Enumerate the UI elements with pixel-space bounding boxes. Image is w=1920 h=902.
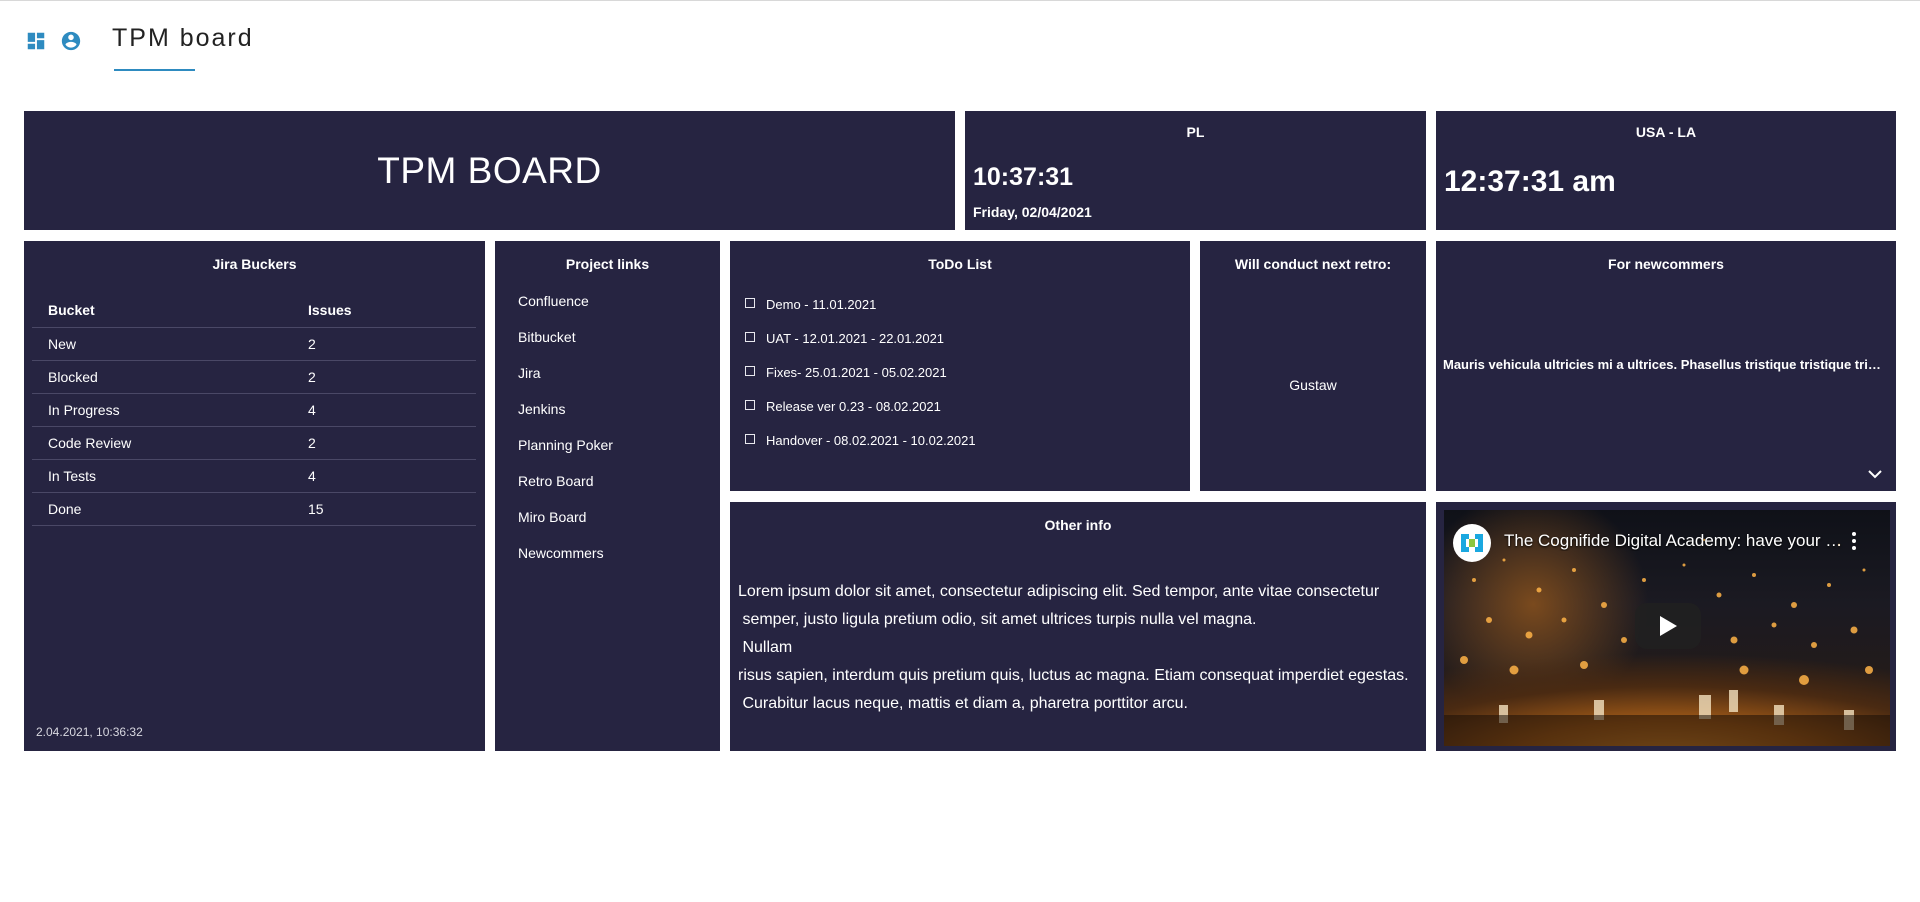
chevron-down-icon[interactable] [1868,469,1882,479]
bucket-name: Done [32,492,308,526]
bucket-name: Code Review [32,426,308,460]
clock-usa-label: USA - LA [1635,124,1697,140]
bucket-issues: 2 [308,327,476,361]
jira-buckets-tile: Jira Buckers Bucket Issues New 2 Blocked… [24,241,485,751]
other-info-line: Lorem ipsum dolor sit amet, consectetur … [738,583,1380,600]
table-row: Code Review 2 [32,426,476,460]
jira-table: Bucket Issues New 2 Blocked 2 In Progres… [32,292,476,526]
todo-tile: ToDo List Demo - 11.01.2021 UAT - 12.01.… [730,241,1190,491]
retro-person: Gustaw [1289,377,1337,393]
newcomers-title: For newcommers [1608,256,1724,272]
jira-header-row: Bucket Issues [32,292,476,328]
bucket-issues: 4 [308,393,476,427]
todo-text: Handover - 08.02.2021 - 10.02.2021 [766,433,976,448]
other-info-line: Nullam [738,639,793,656]
jira-col-issues: Issues [308,292,476,328]
board-title: TPM BOARD [377,150,602,191]
todo-checkbox[interactable] [745,434,755,444]
clock-usa-time: 12:37:31 am [1444,165,1616,198]
bucket-name: New [32,327,308,361]
table-row: In Tests 4 [32,459,476,493]
bucket-issues: 15 [308,492,476,526]
bucket-issues: 4 [308,459,476,493]
todo-text: Fixes- 25.01.2021 - 05.02.2021 [766,365,947,380]
list-item: Handover - 08.02.2021 - 10.02.2021 [745,433,976,467]
bucket-issues: 2 [308,426,476,460]
table-row: In Progress 4 [32,393,476,427]
other-info-tile: Other info Lorem ipsum dolor sit amet, c… [730,502,1426,751]
play-button[interactable] [1635,603,1701,649]
retro-title: Will conduct next retro: [1234,256,1392,272]
dashboard-icon[interactable] [25,30,47,52]
cognifide-logo-icon [1461,534,1483,552]
todo-title: ToDo List [928,256,992,272]
channel-logo[interactable] [1453,524,1491,562]
newcomers-text: Mauris vehicula ultricies mi a ultrices.… [1443,357,1887,372]
clock-usa-tile: USA - LA 12:37:31 am [1436,111,1896,230]
link-bitbucket[interactable]: Bitbucket [518,329,613,365]
link-jenkins[interactable]: Jenkins [518,401,613,437]
clock-pl-date: Friday, 02/04/2021 [973,204,1092,220]
retro-tile: Will conduct next retro: Gustaw [1200,241,1426,491]
other-info-title: Other info [1044,517,1112,533]
todo-checkbox[interactable] [745,366,755,376]
clock-pl-label: PL [1186,124,1205,140]
other-info-text: Lorem ipsum dolor sit amet, consectetur … [738,578,1418,718]
todo-checkbox[interactable] [745,298,755,308]
link-newcommers[interactable]: Newcommers [518,545,613,581]
bucket-issues: 2 [308,360,476,394]
other-info-line: semper, justo ligula pretium odio, sit a… [738,611,1257,628]
page-title: TPM board [112,24,254,52]
link-retro-board[interactable]: Retro Board [518,473,613,509]
jira-last-updated: 2.04.2021, 10:36:32 [36,725,143,739]
todo-text: UAT - 12.01.2021 - 22.01.2021 [766,331,945,346]
link-planning-poker[interactable]: Planning Poker [518,437,613,473]
todo-list: Demo - 11.01.2021 UAT - 12.01.2021 - 22.… [745,297,976,467]
todo-checkbox[interactable] [745,400,755,410]
table-row: New 2 [32,327,476,361]
todo-text: Release ver 0.23 - 08.02.2021 [766,399,941,414]
bucket-name: Blocked [32,360,308,394]
jira-title: Jira Buckers [212,256,297,272]
app-header: TPM board [0,0,1920,90]
link-miro-board[interactable]: Miro Board [518,509,613,545]
newcomers-tile: For newcommers Mauris vehicula ultricies… [1436,241,1896,491]
link-confluence[interactable]: Confluence [518,293,613,329]
list-item: UAT - 12.01.2021 - 22.01.2021 [745,331,976,365]
video-player[interactable]: The Cognifide Digital Academy: have your… [1444,510,1890,746]
play-icon [1660,616,1677,636]
clock-pl-time: 10:37:31 [973,163,1074,191]
account-circle-icon[interactable] [60,30,82,52]
active-tab-indicator [114,69,195,71]
video-title[interactable]: The Cognifide Digital Academy: have your… [1504,531,1844,551]
project-links-title: Project links [565,256,650,272]
table-row: Done 15 [32,492,476,526]
todo-text: Demo - 11.01.2021 [766,297,877,312]
other-info-line: risus sapien, interdum quis pretium quis… [738,667,1409,684]
clock-pl-tile: PL 10:37:31 Friday, 02/04/2021 [965,111,1426,230]
list-item: Demo - 11.01.2021 [745,297,976,331]
video-tile: The Cognifide Digital Academy: have your… [1436,502,1896,751]
project-links-tile: Project links Confluence Bitbucket Jira … [495,241,720,751]
other-info-line: Curabitur lacus neque, mattis et diam a,… [738,695,1188,712]
project-links-list: Confluence Bitbucket Jira Jenkins Planni… [518,293,613,581]
bucket-name: In Progress [32,393,308,427]
link-jira[interactable]: Jira [518,365,613,401]
todo-checkbox[interactable] [745,332,755,342]
jira-col-bucket: Bucket [32,292,308,328]
list-item: Fixes- 25.01.2021 - 05.02.2021 [745,365,976,399]
table-row: Blocked 2 [32,360,476,394]
list-item: Release ver 0.23 - 08.02.2021 [745,399,976,433]
board-title-tile: TPM BOARD [24,111,955,230]
bucket-name: In Tests [32,459,308,493]
more-vert-icon[interactable] [1852,532,1856,550]
